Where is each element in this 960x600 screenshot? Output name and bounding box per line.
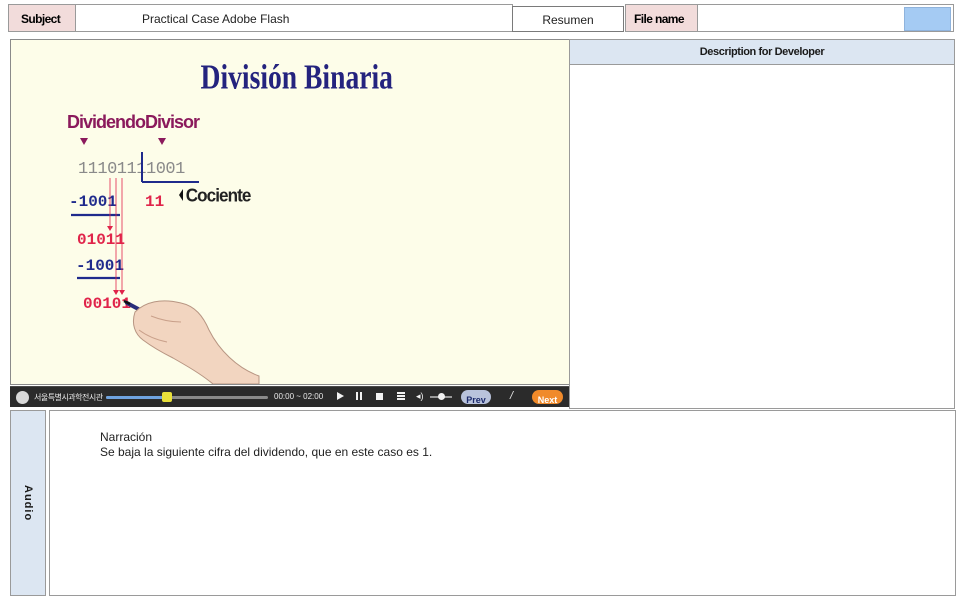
play-icon[interactable] — [337, 392, 344, 400]
dividend-label: Dividendo — [67, 112, 146, 132]
step2-subtrahend: -1001 — [76, 257, 124, 275]
prev-button[interactable]: Prev — [461, 390, 491, 405]
step2-remainder: 00101 — [83, 295, 131, 313]
subject-value: Practical Case Adobe Flash — [142, 12, 290, 26]
progress-fill — [106, 396, 168, 399]
resumen-button[interactable]: Resumen — [512, 6, 624, 32]
brand-logo-icon — [16, 391, 29, 404]
divisor-marker-icon — [158, 138, 166, 145]
subject-field[interactable]: Practical Case Adobe Flash — [75, 4, 513, 32]
developer-panel-title: Description for Developer — [699, 46, 825, 58]
divisor-value: 1001 — [146, 160, 185, 179]
volume-icon[interactable]: ◂) — [416, 392, 426, 401]
prev-label: Prev — [466, 395, 486, 405]
narration-text: Se baja la siguiente cifra del dividendo… — [100, 445, 433, 459]
narration-title: Narración — [100, 430, 153, 444]
audio-label: Audio — [22, 485, 34, 522]
narration-box[interactable]: Narración Se baja la siguiente cifra del… — [49, 410, 956, 596]
file-name-label: File name — [634, 12, 685, 26]
file-name-label-cell: File name — [625, 4, 698, 32]
hand-with-pen-illustration — [123, 299, 260, 384]
slide-canvas: División Binaria Dividendo Divisor 11101… — [67, 57, 394, 384]
slide-title: División Binaria — [201, 57, 394, 96]
player-brand: 서울특별시과학전시관 — [34, 393, 103, 402]
quotient-label: Cociente — [186, 185, 252, 206]
subject-label-cell: Subject — [8, 4, 76, 32]
subject-label: Subject — [21, 12, 61, 26]
quotient-pointer-icon — [179, 189, 183, 201]
divisor-label: Divisor — [145, 112, 200, 132]
player-time: 00:00 ~ 02:00 — [274, 392, 324, 401]
progress-handle[interactable] — [162, 392, 172, 402]
developer-panel: Description for Developer — [569, 39, 955, 409]
step1-remainder: 01011 — [77, 231, 125, 249]
developer-panel-content[interactable] — [570, 66, 954, 408]
slide-frame: División Binaria Dividendo Divisor 11101… — [10, 39, 570, 385]
quotient-value: 11 — [145, 193, 164, 211]
audio-label-cell: Audio — [10, 410, 46, 596]
developer-panel-header: Description for Developer — [570, 40, 954, 65]
volume-handle[interactable] — [438, 393, 445, 400]
stop-icon[interactable] — [376, 393, 383, 400]
next-button[interactable]: Next — [532, 390, 563, 405]
pause-icon[interactable] — [356, 392, 363, 400]
player-control-bar: 서울특별시과학전시관 00:00 ~ 02:00 ◂) Prev / Next — [10, 386, 570, 407]
volume-slider[interactable] — [430, 393, 452, 400]
dividend-value: 1110111 — [78, 160, 146, 179]
next-label: Next — [537, 395, 558, 405]
progress-track[interactable] — [106, 392, 268, 402]
nav-separator: / — [510, 390, 514, 402]
file-name-color-box — [904, 7, 951, 31]
dividend-marker-icon — [80, 138, 88, 145]
menu-icon[interactable] — [397, 392, 405, 400]
resumen-label: Resumen — [542, 13, 594, 27]
